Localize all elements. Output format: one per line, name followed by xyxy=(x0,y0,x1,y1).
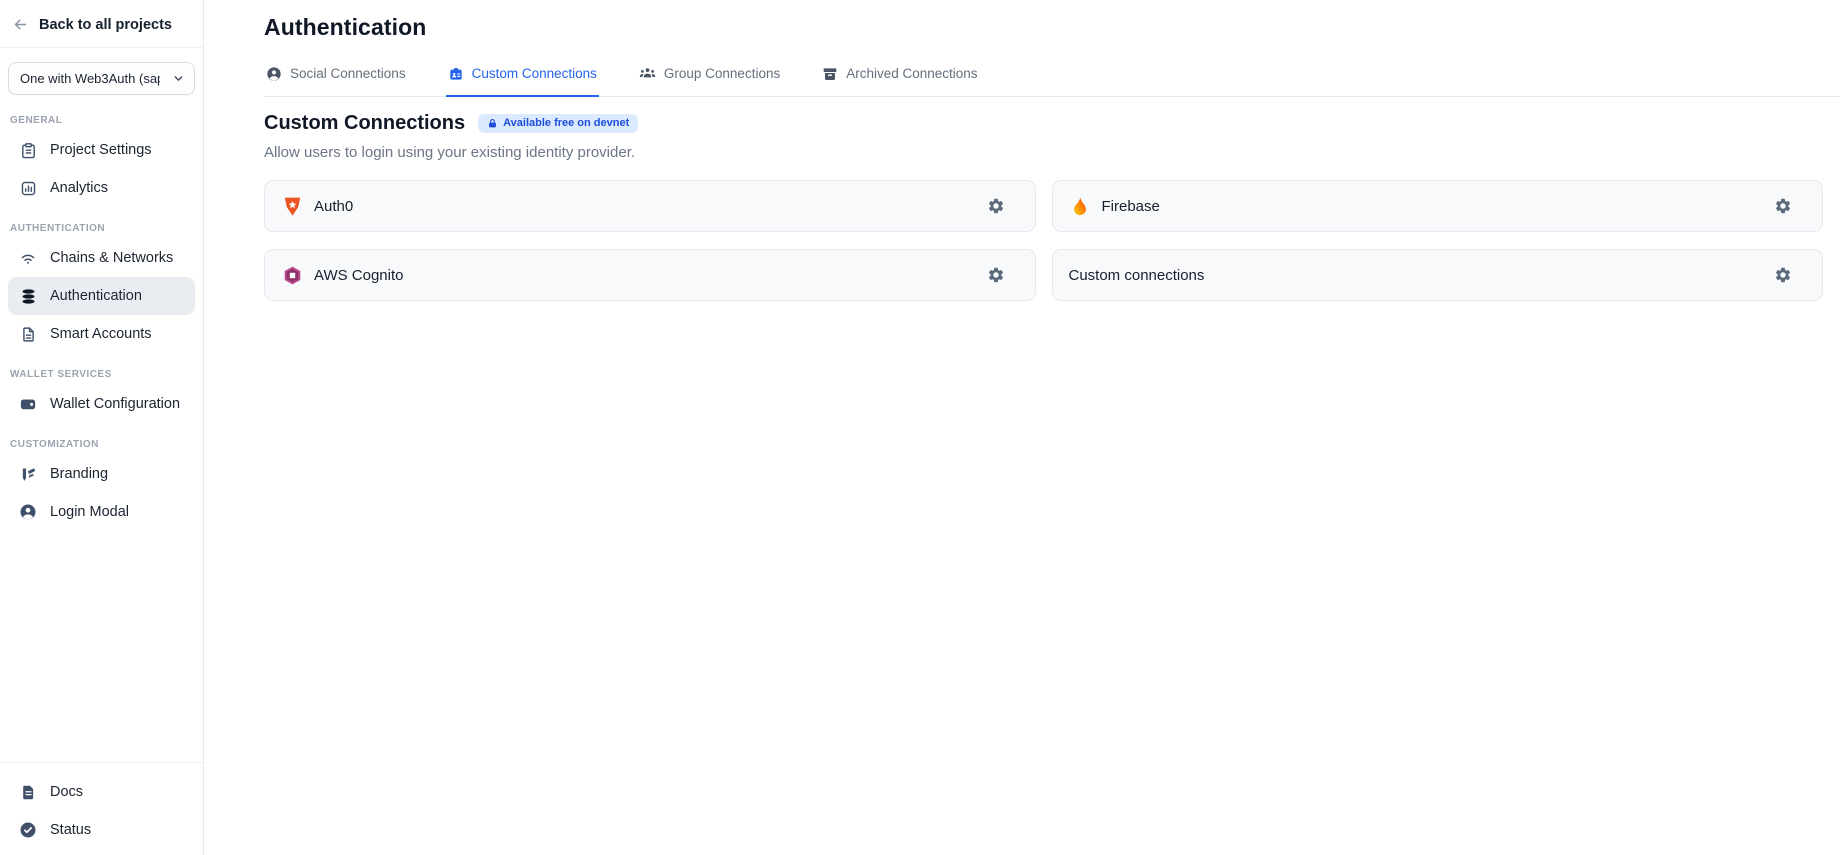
arrow-left-icon xyxy=(12,16,29,33)
section-label-customization: CUSTOMIZATION xyxy=(10,439,193,450)
gear-icon[interactable] xyxy=(1768,260,1798,290)
sidebar: Back to all projects One with Web3Auth (… xyxy=(0,0,204,855)
card-custom-connections[interactable]: Custom connections xyxy=(1052,249,1824,301)
devnet-badge: Available free on devnet xyxy=(478,114,638,133)
sidebar-item-label: Status xyxy=(50,822,91,838)
chevron-down-icon xyxy=(172,72,185,85)
check-circle-icon xyxy=(19,821,37,839)
clipboard-icon xyxy=(19,141,37,159)
sidebar-item-status[interactable]: Status xyxy=(8,811,195,849)
sidebar-item-label: Authentication xyxy=(50,288,142,304)
back-to-projects-link[interactable]: Back to all projects xyxy=(0,0,203,48)
project-selector[interactable]: One with Web3Auth (sap xyxy=(8,62,195,95)
sidebar-nav: GENERAL Project Settings Analytics AUTHE… xyxy=(0,95,203,531)
sidebar-item-authentication[interactable]: Authentication xyxy=(8,277,195,315)
sidebar-item-label: Branding xyxy=(50,466,108,482)
section-description: Allow users to login using your existing… xyxy=(264,144,1823,161)
connection-cards-grid: Auth0 Firebase xyxy=(264,180,1823,301)
card-aws-cognito[interactable]: AWS Cognito xyxy=(264,249,1036,301)
main-content: Authentication Social Connections Custom… xyxy=(204,0,1840,855)
tab-archived-connections[interactable]: Archived Connections xyxy=(820,59,979,97)
tab-group-connections[interactable]: Group Connections xyxy=(637,59,782,97)
page-title: Authentication xyxy=(264,14,1823,41)
sidebar-item-wallet-configuration[interactable]: Wallet Configuration xyxy=(8,385,195,423)
wallet-icon xyxy=(19,395,37,413)
gear-icon[interactable] xyxy=(1768,191,1798,221)
aws-cognito-logo xyxy=(281,264,303,286)
sidebar-footer: Docs Status xyxy=(0,762,203,855)
sidebar-item-analytics[interactable]: Analytics xyxy=(8,169,195,207)
project-selector-value: One with Web3Auth (sap xyxy=(20,71,160,86)
users-group-icon xyxy=(639,65,656,82)
tab-label: Group Connections xyxy=(664,66,780,81)
brush-icon xyxy=(19,465,37,483)
sidebar-item-label: Docs xyxy=(50,784,83,800)
sidebar-item-branding[interactable]: Branding xyxy=(8,455,195,493)
badge-label: Available free on devnet xyxy=(503,118,629,129)
tab-label: Archived Connections xyxy=(846,66,977,81)
app-window: Back to all projects One with Web3Auth (… xyxy=(0,0,1840,855)
tab-bar: Social Connections Custom Connections Gr… xyxy=(264,59,1840,97)
sidebar-item-login-modal[interactable]: Login Modal xyxy=(8,493,195,531)
card-auth0[interactable]: Auth0 xyxy=(264,180,1036,232)
section-title: Custom Connections xyxy=(264,112,465,135)
tab-custom-connections[interactable]: Custom Connections xyxy=(446,59,599,97)
sidebar-item-chains-networks[interactable]: Chains & Networks xyxy=(8,239,195,277)
back-label: Back to all projects xyxy=(39,17,172,33)
id-badge-icon xyxy=(448,66,464,82)
sidebar-item-project-settings[interactable]: Project Settings xyxy=(8,131,195,169)
user-circle-filled-icon xyxy=(266,66,282,82)
card-firebase[interactable]: Firebase xyxy=(1052,180,1824,232)
tab-social-connections[interactable]: Social Connections xyxy=(264,59,408,97)
document-icon xyxy=(19,783,37,801)
section-label-authentication: AUTHENTICATION xyxy=(10,223,193,234)
auth0-logo xyxy=(281,195,303,217)
section-header: Custom Connections Available free on dev… xyxy=(264,112,1823,135)
sidebar-spacer xyxy=(0,531,203,762)
card-label: Custom connections xyxy=(1069,267,1205,284)
user-circle-icon xyxy=(19,503,37,521)
card-label: AWS Cognito xyxy=(314,267,403,284)
section-label-wallet-services: WALLET SERVICES xyxy=(10,369,193,380)
gear-icon[interactable] xyxy=(981,191,1011,221)
analytics-icon xyxy=(19,179,37,197)
wifi-icon xyxy=(19,249,37,267)
sidebar-item-docs[interactable]: Docs xyxy=(8,773,195,811)
section-label-general: GENERAL xyxy=(10,115,193,126)
sidebar-item-smart-accounts[interactable]: Smart Accounts xyxy=(8,315,195,353)
sidebar-item-label: Smart Accounts xyxy=(50,326,152,342)
sidebar-item-label: Project Settings xyxy=(50,142,152,158)
card-label: Firebase xyxy=(1102,198,1160,215)
sidebar-item-label: Chains & Networks xyxy=(50,250,173,266)
tab-label: Social Connections xyxy=(290,66,406,81)
lock-icon xyxy=(487,118,498,129)
sidebar-item-label: Wallet Configuration xyxy=(50,396,180,412)
gear-icon[interactable] xyxy=(981,260,1011,290)
tab-label: Custom Connections xyxy=(472,66,597,81)
card-label: Auth0 xyxy=(314,198,353,215)
database-icon xyxy=(19,287,37,305)
sidebar-item-label: Analytics xyxy=(50,180,108,196)
sidebar-item-label: Login Modal xyxy=(50,504,129,520)
file-icon xyxy=(19,325,37,343)
firebase-logo xyxy=(1069,195,1091,217)
archive-box-icon xyxy=(822,66,838,82)
